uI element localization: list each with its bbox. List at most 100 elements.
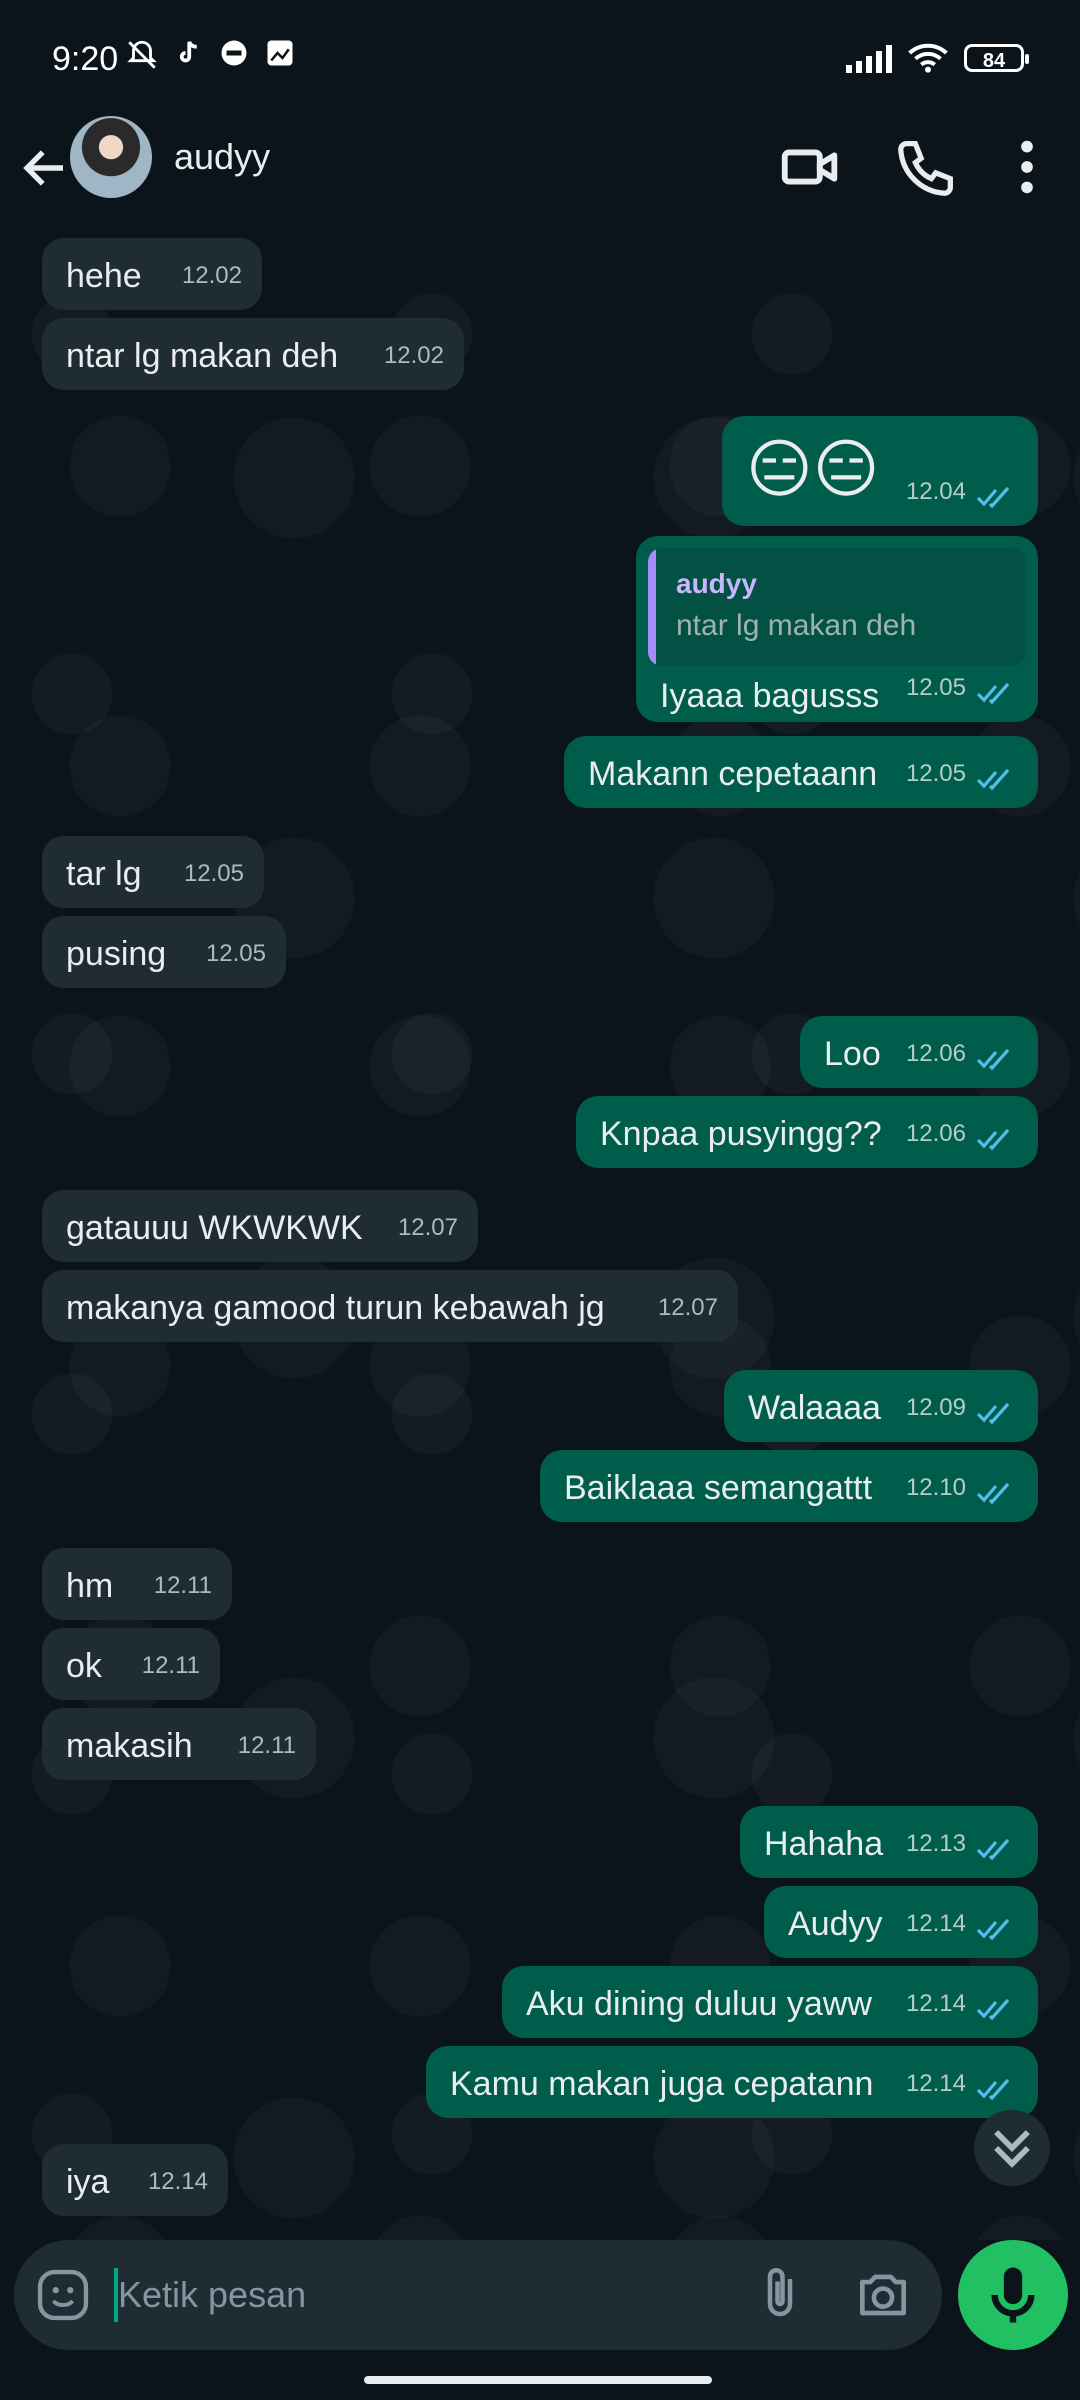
status-time: 9:20 <box>52 40 119 78</box>
message-time: 12.09 <box>905 1394 966 1421</box>
message-time: 12.02 <box>383 342 444 369</box>
message-text: Hahaha <box>764 1825 884 1863</box>
tiktok-icon <box>170 38 206 74</box>
voice-message-button[interactable] <box>958 2240 1068 2350</box>
attachment-paperclip-icon[interactable] <box>750 2264 810 2324</box>
more-options-icon[interactable] <box>992 132 1062 202</box>
message-bubble-incoming[interactable]: hehe 12.02 <box>42 238 262 310</box>
message-text: Kamu makan juga cepatann <box>450 2065 874 2103</box>
message-text: makasih <box>66 1727 193 1765</box>
read-ticks-icon <box>976 1918 1010 1941</box>
double-chevron-down-icon <box>994 2130 1030 2168</box>
message-bubble-outgoing[interactable]: Audyy 12.14 <box>764 1886 1038 1958</box>
message-text: Audyy <box>788 1905 883 1943</box>
message-time: 12.11 <box>153 1572 212 1599</box>
message-bubble-incoming[interactable]: tar lg 12.05 <box>42 836 264 908</box>
message-time: 12.06 <box>905 1040 966 1067</box>
message-time: 12.07 <box>397 1214 458 1241</box>
message-time: 12.14 <box>147 2168 208 2195</box>
message-time: 12.07 <box>657 1294 718 1321</box>
read-ticks-icon <box>976 682 1010 705</box>
back-arrow-icon[interactable] <box>18 136 72 200</box>
read-ticks-icon <box>976 768 1010 791</box>
message-bubble-incoming[interactable]: gatauuu WKWKWK 12.07 <box>42 1190 478 1262</box>
message-bubble-incoming[interactable]: makanya gamood turun kebawah jg 12.07 <box>42 1270 738 1342</box>
scroll-to-bottom-button[interactable] <box>974 2110 1050 2186</box>
message-bubble-outgoing[interactable]: Kamu makan juga cepatann 12.14 <box>426 2046 1038 2118</box>
voice-call-icon[interactable] <box>892 132 962 202</box>
status-bar: 9:20 84 <box>0 0 1080 110</box>
emoji-sticker-icon[interactable] <box>34 2266 92 2324</box>
message-text: Makann cepetaann <box>588 755 878 793</box>
message-bubble-outgoing[interactable]: Loo 12.06 <box>800 1016 1038 1088</box>
message-time: 12.10 <box>905 1474 966 1501</box>
read-ticks-icon <box>976 1838 1010 1861</box>
message-bubble-outgoing[interactable]: 😑😑 12.04 <box>722 416 1038 526</box>
message-time: 12.04 <box>905 478 966 505</box>
message-bubble-incoming[interactable]: iya 12.14 <box>42 2144 228 2216</box>
message-bubble-incoming[interactable]: pusing 12.05 <box>42 916 286 988</box>
message-time: 12.11 <box>237 1732 296 1759</box>
muted-bell-icon <box>124 38 160 74</box>
read-ticks-icon <box>976 1998 1010 2021</box>
read-ticks-icon <box>976 1402 1010 1425</box>
message-input[interactable]: Ketik pesan <box>118 2274 306 2316</box>
message-bubble-outgoing-reply[interactable]: audyy ntar lg makan deh Iyaaa bagusss 12… <box>636 536 1038 722</box>
message-time: 12.02 <box>181 262 242 289</box>
gesture-home-bar[interactable] <box>364 2376 712 2384</box>
message-time: 12.06 <box>905 1120 966 1147</box>
quoted-message[interactable]: audyy ntar lg makan deh <box>648 548 1026 666</box>
notification-icons <box>124 38 298 74</box>
read-ticks-icon <box>976 1482 1010 1505</box>
message-bubble-outgoing[interactable]: Hahaha 12.13 <box>740 1806 1038 1878</box>
message-time: 12.14 <box>905 1990 966 2017</box>
message-time: 12.14 <box>905 2070 966 2097</box>
contact-name[interactable]: audyy <box>174 136 270 178</box>
read-ticks-icon <box>976 1128 1010 1151</box>
message-time: 12.13 <box>905 1830 966 1857</box>
message-text: hehe <box>66 257 142 295</box>
message-list[interactable]: hehe 12.02 ntar lg makan deh 12.02 😑😑 12… <box>0 226 1080 2240</box>
message-time: 12.05 <box>183 860 244 887</box>
video-call-icon[interactable] <box>776 132 846 202</box>
message-bubble-incoming[interactable]: ntar lg makan deh 12.02 <box>42 318 464 390</box>
microphone-icon <box>991 2267 1035 2323</box>
message-time: 12.14 <box>905 1910 966 1937</box>
message-bubble-incoming[interactable]: hm 12.11 <box>42 1548 232 1620</box>
battery-indicator: 84 <box>964 44 1029 72</box>
gallery-icon <box>262 38 298 74</box>
message-text: pusing <box>66 935 167 973</box>
read-ticks-icon <box>976 1048 1010 1071</box>
message-bubble-incoming[interactable]: makasih 12.11 <box>42 1708 316 1780</box>
message-bubble-outgoing[interactable]: Aku dining duluu yaww 12.14 <box>502 1966 1038 2038</box>
message-text: hm <box>66 1567 114 1605</box>
message-text: Walaaaa <box>748 1389 881 1427</box>
message-text: ok <box>66 1647 102 1685</box>
app-notification-icon <box>216 38 252 74</box>
message-bubble-incoming[interactable]: ok 12.11 <box>42 1628 220 1700</box>
message-time: 12.05 <box>905 674 966 701</box>
message-text: Loo <box>824 1035 881 1073</box>
message-text: Knpaa pusyingg?? <box>600 1115 882 1153</box>
message-text: iya <box>66 2163 110 2201</box>
message-text: Iyaaa bagusss <box>660 677 880 715</box>
message-time: 12.05 <box>205 940 266 967</box>
read-ticks-icon <box>976 486 1010 509</box>
message-text: Baiklaaa semangattt <box>564 1469 873 1507</box>
message-text: makanya gamood turun kebawah jg <box>66 1289 605 1327</box>
message-bubble-outgoing[interactable]: Knpaa pusyingg?? 12.06 <box>576 1096 1038 1168</box>
quoted-text: ntar lg makan deh <box>676 609 917 642</box>
message-text: ntar lg makan deh <box>66 337 339 375</box>
read-ticks-icon <box>976 2078 1010 2101</box>
message-text: tar lg <box>66 855 142 893</box>
wifi-icon <box>908 43 948 73</box>
avatar[interactable] <box>70 116 152 198</box>
message-bubble-outgoing[interactable]: Baiklaaa semangattt 12.10 <box>540 1450 1038 1522</box>
signal-icon <box>846 43 892 73</box>
message-time: 12.11 <box>141 1652 200 1679</box>
quoted-sender: audyy <box>676 568 757 599</box>
camera-icon[interactable] <box>852 2264 914 2326</box>
message-text: gatauuu WKWKWK <box>66 1209 363 1247</box>
message-bubble-outgoing[interactable]: Walaaaa 12.09 <box>724 1370 1038 1442</box>
message-bubble-outgoing[interactable]: Makann cepetaann 12.05 <box>564 736 1038 808</box>
